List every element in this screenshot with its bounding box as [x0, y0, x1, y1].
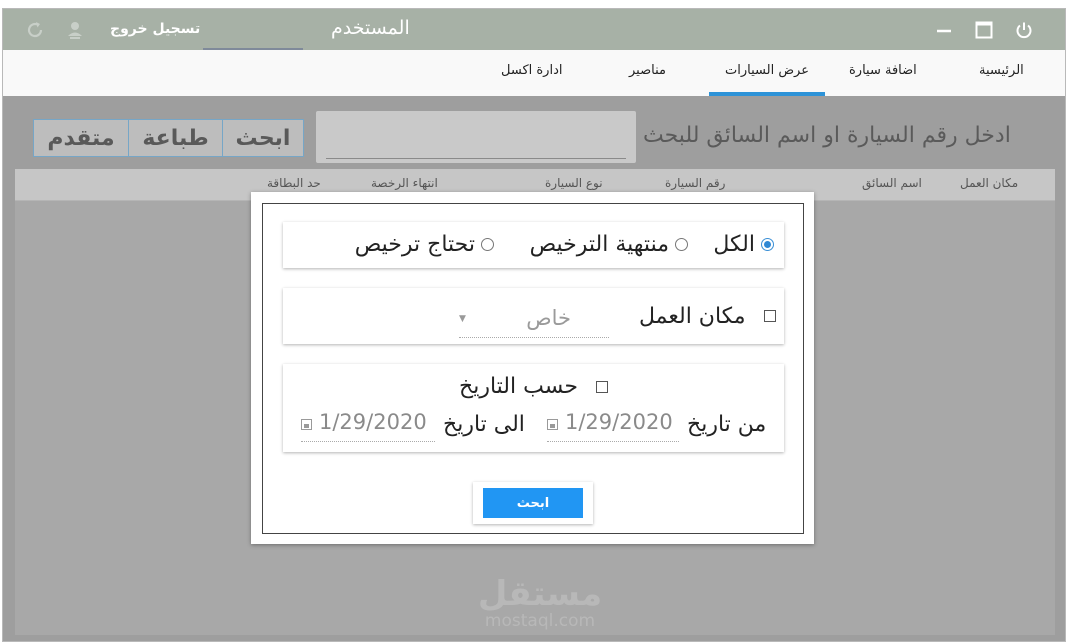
filter-all[interactable]: الكل [713, 232, 774, 257]
filter-all-label: الكل [713, 232, 755, 257]
logout-button[interactable]: تسجيل خروج [110, 21, 200, 37]
chevron-down-icon: ▼ [459, 314, 466, 324]
maximize-button[interactable] [967, 9, 1001, 50]
tab-excel[interactable]: ادارة اكسل [501, 63, 562, 78]
from-date-value: 1/29/2020 [565, 410, 673, 434]
dialog-search-card: ابحث [473, 482, 593, 524]
advanced-search-dialog: الكل منتهية الترخيص تحتاج ترخيص مكان الع… [251, 192, 814, 544]
search-label: ادخل رقم السيارة او اسم السائق للبحث [643, 123, 1011, 148]
workplace-card: مكان العمل خاص ▼ [283, 288, 784, 344]
col-car-type[interactable]: نوع السيارة [545, 176, 603, 190]
filter-needs-license[interactable]: تحتاج ترخيص [355, 232, 494, 257]
advanced-button[interactable]: متقدم [33, 119, 129, 157]
filter-expired-label: منتهية الترخيص [529, 232, 669, 257]
tab-home[interactable]: الرئيسية [979, 63, 1024, 78]
power-icon [1016, 22, 1032, 38]
to-date-picker[interactable]: 1/29/2020 [301, 410, 435, 442]
refresh-icon [27, 22, 43, 38]
tab-manaseer[interactable]: مناصير [629, 63, 666, 78]
to-date-value: 1/29/2020 [319, 410, 427, 434]
user-sync-button[interactable] [63, 18, 87, 42]
power-button[interactable] [1007, 9, 1041, 50]
date-filter-card: حسب التاريخ من تاريخ 1/29/2020 الى تاريخ… [283, 364, 784, 452]
calendar-icon [547, 419, 558, 430]
user-sync-icon [68, 22, 82, 39]
workplace-checkbox[interactable] [764, 310, 776, 322]
radio-all[interactable] [761, 238, 774, 251]
tab-view-cars[interactable]: عرض السيارات [725, 63, 809, 78]
filter-expired[interactable]: منتهية الترخيص [530, 232, 688, 257]
from-date-label: من تاريخ [687, 412, 767, 437]
search-button[interactable]: ابحث [222, 119, 304, 157]
active-tab-indicator [709, 92, 825, 96]
col-card-limit[interactable]: حد البطاقة [267, 176, 321, 190]
from-date-picker[interactable]: 1/29/2020 [547, 410, 679, 442]
print-button[interactable]: طباعة [128, 119, 223, 157]
tab-add-car[interactable]: اضافة سيارة [849, 63, 917, 78]
radio-expired[interactable] [675, 238, 688, 251]
dialog-frame: الكل منتهية الترخيص تحتاج ترخيص مكان الع… [262, 203, 804, 534]
workplace-select-value: خاص [526, 306, 571, 330]
radio-needs-license[interactable] [481, 238, 494, 251]
col-workplace[interactable]: مكان العمل [960, 176, 1018, 190]
workplace-label: مكان العمل [639, 304, 746, 329]
minimize-icon [937, 29, 951, 32]
by-date-label: حسب التاريخ [459, 374, 578, 399]
minimize-button[interactable] [927, 9, 961, 50]
dialog-search-button[interactable]: ابحث [483, 488, 583, 518]
calendar-icon [301, 419, 312, 430]
watermark: مستقل mostaql.com [465, 574, 615, 631]
license-filter-card: الكل منتهية الترخيص تحتاج ترخيص [283, 222, 784, 268]
col-license-expiry[interactable]: انتهاء الرخصة [371, 176, 438, 190]
col-driver-name[interactable]: اسم السائق [862, 176, 922, 190]
filter-needs-license-label: تحتاج ترخيص [354, 232, 475, 257]
refresh-button[interactable] [23, 18, 47, 42]
search-box [316, 111, 636, 163]
watermark-latin: mostaql.com [484, 611, 596, 631]
by-date-checkbox[interactable] [596, 381, 608, 393]
to-date-label: الى تاريخ [443, 412, 525, 437]
main-nav: الرئيسية اضافة سيارة عرض السيارات مناصير… [3, 50, 1065, 96]
workplace-select[interactable]: خاص ▼ [459, 306, 609, 338]
maximize-icon [975, 21, 993, 38]
search-input[interactable] [326, 121, 626, 159]
user-title: المستخدم [331, 17, 410, 39]
title-bar: المستخدم تسجيل خروج [3, 9, 1065, 50]
watermark-arabic: مستقل [477, 574, 603, 614]
col-car-number[interactable]: رقم السيارة [665, 176, 725, 190]
